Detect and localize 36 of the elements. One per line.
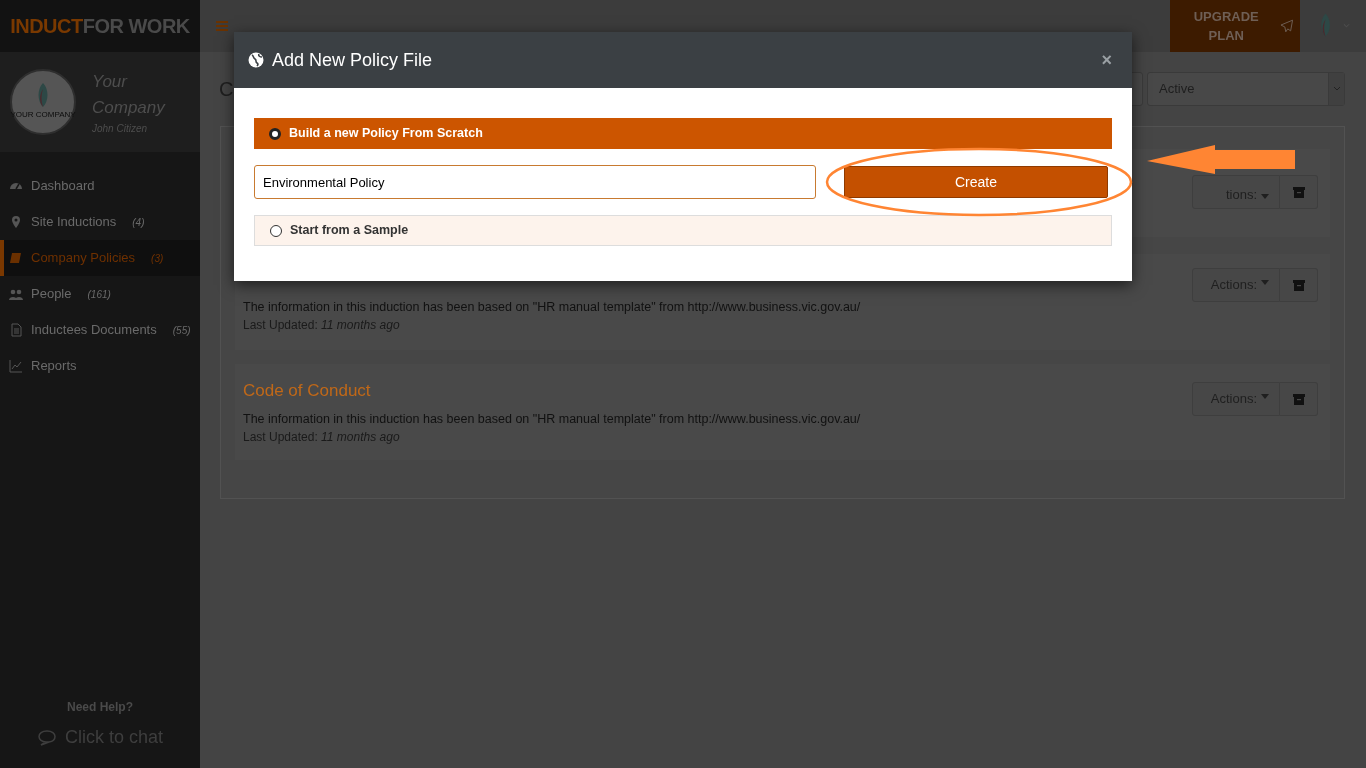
radio-option[interactable]: Start from a Sample [254, 215, 1112, 246]
caret-icon [1261, 394, 1269, 399]
sidebar-item[interactable]: Company Policies (3) [0, 240, 200, 276]
brand-logo: INDUCTFOR WORK [10, 14, 190, 39]
create-button[interactable]: Create [844, 166, 1108, 198]
sidebar-item[interactable]: Dashboard [0, 168, 200, 204]
archive-button[interactable] [1280, 175, 1318, 209]
policy-title[interactable]: Code of Conduct [243, 378, 1192, 404]
map-pin-icon [9, 215, 23, 229]
dialog-title: Add New Policy File [272, 48, 433, 72]
caret-icon [1332, 86, 1341, 92]
policy-name-field[interactable]: Environmental Policy [254, 165, 816, 199]
menu-icon[interactable] [216, 21, 228, 31]
people-icon [9, 287, 23, 301]
archive-icon [1292, 186, 1305, 198]
caret-icon [1261, 280, 1269, 285]
archive-button[interactable] [1280, 268, 1318, 302]
chat-icon [36, 728, 57, 747]
radio-button[interactable] [269, 127, 281, 140]
globe-icon [248, 52, 264, 68]
upgrade-plan-button[interactable]: UPGRADE PLAN [1170, 0, 1300, 52]
caret-icon [1261, 194, 1269, 199]
chart-icon [9, 359, 23, 373]
document-icon [9, 323, 23, 337]
send-icon [1280, 19, 1294, 33]
radio-button[interactable] [270, 224, 282, 237]
sidebar-item[interactable]: Inductees Documents (55) [0, 312, 200, 348]
archive-button[interactable] [1280, 382, 1318, 416]
radio-option[interactable]: Build a new Policy From Scratch [254, 118, 1112, 149]
sidebar-item[interactable]: Reports [0, 348, 200, 384]
sidebar-item[interactable]: People (161) [0, 276, 200, 312]
book-icon [9, 251, 23, 265]
sidebar-item[interactable]: Site Inductions (4) [0, 204, 200, 240]
close-button[interactable]: × [1095, 45, 1118, 75]
archive-icon [1292, 279, 1305, 291]
archive-icon [1292, 393, 1305, 405]
